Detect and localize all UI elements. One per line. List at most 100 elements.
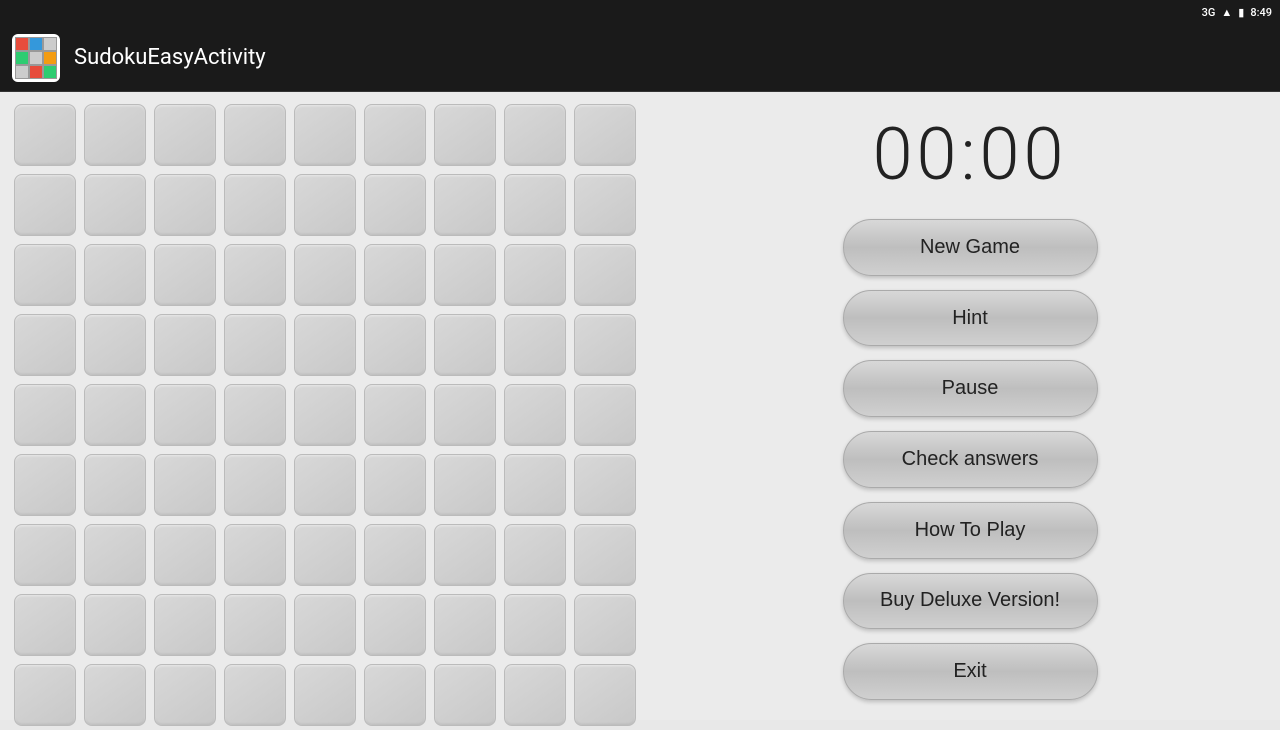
sudoku-cell[interactable] bbox=[154, 244, 216, 306]
sudoku-cell[interactable] bbox=[84, 454, 146, 516]
sudoku-cell[interactable] bbox=[84, 104, 146, 166]
sudoku-cell[interactable] bbox=[434, 664, 496, 726]
sudoku-cell[interactable] bbox=[364, 664, 426, 726]
sudoku-cell[interactable] bbox=[574, 174, 636, 236]
sudoku-cell[interactable] bbox=[434, 244, 496, 306]
sudoku-cell[interactable] bbox=[294, 384, 356, 446]
sudoku-cell[interactable] bbox=[154, 664, 216, 726]
sudoku-cell[interactable] bbox=[224, 104, 286, 166]
check-answers-button[interactable]: Check answers bbox=[843, 431, 1098, 488]
sudoku-cell[interactable] bbox=[504, 244, 566, 306]
sudoku-cell[interactable] bbox=[224, 174, 286, 236]
sudoku-cell[interactable] bbox=[14, 314, 76, 376]
sudoku-cell[interactable] bbox=[364, 244, 426, 306]
sudoku-cell[interactable] bbox=[574, 384, 636, 446]
sudoku-cell[interactable] bbox=[574, 314, 636, 376]
sudoku-cell[interactable] bbox=[504, 174, 566, 236]
sudoku-cell[interactable] bbox=[14, 594, 76, 656]
sudoku-cell[interactable] bbox=[574, 244, 636, 306]
sudoku-cell[interactable] bbox=[294, 174, 356, 236]
sudoku-cell[interactable] bbox=[154, 524, 216, 586]
sudoku-cell[interactable] bbox=[14, 664, 76, 726]
sudoku-cell[interactable] bbox=[364, 384, 426, 446]
sudoku-cell[interactable] bbox=[14, 104, 76, 166]
exit-button[interactable]: Exit bbox=[843, 643, 1098, 700]
sudoku-cell[interactable] bbox=[294, 524, 356, 586]
buy-deluxe-button[interactable]: Buy Deluxe Version! bbox=[843, 573, 1098, 630]
how-to-play-button[interactable]: How To Play bbox=[843, 502, 1098, 559]
battery-icon: ▮ bbox=[1238, 6, 1244, 19]
sudoku-cell[interactable] bbox=[504, 594, 566, 656]
sudoku-cell[interactable] bbox=[574, 454, 636, 516]
right-panel: 00:00 New Game Hint Pause Check answers How … bbox=[660, 92, 1280, 720]
sudoku-cell[interactable] bbox=[294, 244, 356, 306]
sudoku-cell[interactable] bbox=[84, 314, 146, 376]
sudoku-cell[interactable] bbox=[294, 594, 356, 656]
sudoku-cell[interactable] bbox=[224, 244, 286, 306]
signal-strength: 3G bbox=[1202, 6, 1216, 19]
sudoku-cell[interactable] bbox=[14, 454, 76, 516]
sudoku-cell[interactable] bbox=[574, 594, 636, 656]
sudoku-cell[interactable] bbox=[154, 174, 216, 236]
sudoku-cell[interactable] bbox=[504, 664, 566, 726]
sudoku-cell[interactable] bbox=[364, 314, 426, 376]
sudoku-cell[interactable] bbox=[504, 104, 566, 166]
sudoku-cell[interactable] bbox=[84, 664, 146, 726]
sudoku-area bbox=[0, 92, 660, 720]
main-content: 00:00 New Game Hint Pause Check answers How … bbox=[0, 92, 1280, 720]
sudoku-cell[interactable] bbox=[84, 524, 146, 586]
sudoku-cell[interactable] bbox=[224, 664, 286, 726]
pause-button[interactable]: Pause bbox=[843, 360, 1098, 417]
sudoku-cell[interactable] bbox=[224, 594, 286, 656]
sudoku-cell[interactable] bbox=[14, 244, 76, 306]
sudoku-cell[interactable] bbox=[84, 174, 146, 236]
timer-display: 00:00 bbox=[873, 112, 1068, 197]
sudoku-cell[interactable] bbox=[434, 594, 496, 656]
sudoku-cell[interactable] bbox=[294, 454, 356, 516]
sudoku-cell[interactable] bbox=[154, 594, 216, 656]
sudoku-cell[interactable] bbox=[364, 104, 426, 166]
sudoku-cell[interactable] bbox=[504, 384, 566, 446]
new-game-button[interactable]: New Game bbox=[843, 219, 1098, 276]
sudoku-cell[interactable] bbox=[574, 104, 636, 166]
sudoku-cell[interactable] bbox=[294, 314, 356, 376]
sudoku-cell[interactable] bbox=[84, 594, 146, 656]
sudoku-cell[interactable] bbox=[224, 384, 286, 446]
sudoku-cell[interactable] bbox=[434, 454, 496, 516]
sudoku-cell[interactable] bbox=[504, 524, 566, 586]
sudoku-cell[interactable] bbox=[154, 104, 216, 166]
sudoku-cell[interactable] bbox=[154, 384, 216, 446]
sudoku-cell[interactable] bbox=[504, 454, 566, 516]
sudoku-cell[interactable] bbox=[224, 524, 286, 586]
app-icon bbox=[12, 34, 60, 82]
sudoku-cell[interactable] bbox=[224, 454, 286, 516]
sudoku-cell[interactable] bbox=[574, 664, 636, 726]
sudoku-cell[interactable] bbox=[434, 104, 496, 166]
signal-icon: ▲ bbox=[1221, 6, 1232, 19]
sudoku-cell[interactable] bbox=[364, 594, 426, 656]
sudoku-cell[interactable] bbox=[154, 314, 216, 376]
sudoku-cell[interactable] bbox=[434, 384, 496, 446]
sudoku-cell[interactable] bbox=[14, 524, 76, 586]
sudoku-cell[interactable] bbox=[294, 664, 356, 726]
sudoku-cell[interactable] bbox=[364, 524, 426, 586]
hint-button[interactable]: Hint bbox=[843, 290, 1098, 347]
app-bar: SudokuEasyActivity bbox=[0, 24, 1280, 92]
sudoku-cell[interactable] bbox=[364, 454, 426, 516]
sudoku-cell[interactable] bbox=[14, 174, 76, 236]
app-title: SudokuEasyActivity bbox=[74, 45, 266, 70]
sudoku-cell[interactable] bbox=[434, 314, 496, 376]
sudoku-cell[interactable] bbox=[434, 174, 496, 236]
sudoku-cell[interactable] bbox=[224, 314, 286, 376]
sudoku-cell[interactable] bbox=[574, 524, 636, 586]
sudoku-cell[interactable] bbox=[504, 314, 566, 376]
sudoku-cell[interactable] bbox=[84, 384, 146, 446]
sudoku-cell[interactable] bbox=[14, 384, 76, 446]
clock: 8:49 bbox=[1250, 6, 1272, 19]
sudoku-cell[interactable] bbox=[84, 244, 146, 306]
sudoku-cell[interactable] bbox=[434, 524, 496, 586]
status-bar: 3G ▲ ▮ 8:49 bbox=[0, 0, 1280, 24]
sudoku-cell[interactable] bbox=[364, 174, 426, 236]
sudoku-cell[interactable] bbox=[294, 104, 356, 166]
sudoku-cell[interactable] bbox=[154, 454, 216, 516]
